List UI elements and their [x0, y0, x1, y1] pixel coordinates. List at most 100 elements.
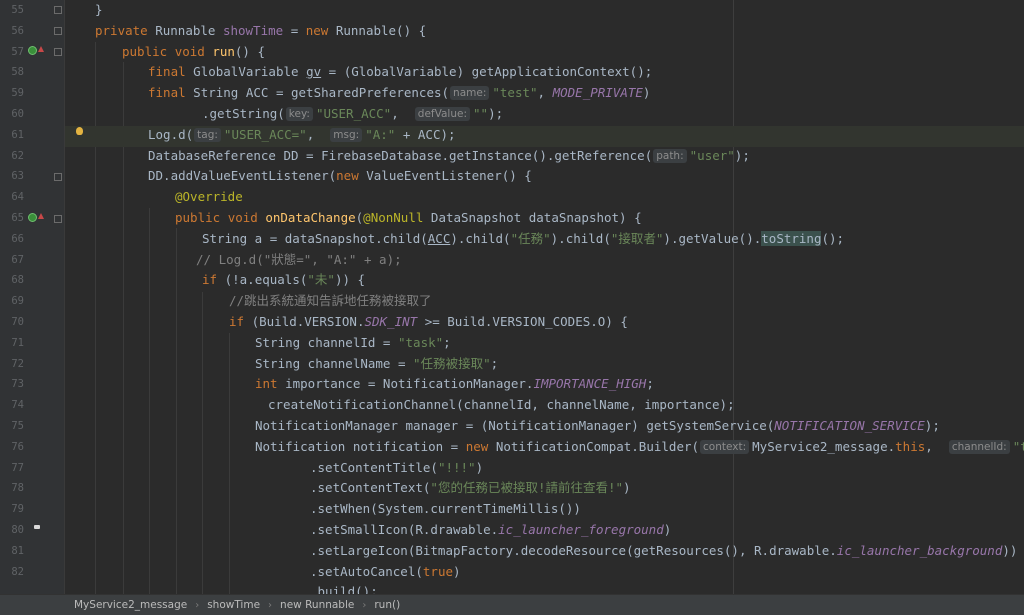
- variable-token: ACC: [427, 230, 451, 246]
- fold-marker-icon[interactable]: [54, 215, 62, 223]
- code-line[interactable]: String channelId = "task";: [255, 333, 451, 354]
- code-line[interactable]: createNotificationChannel(channelId, cha…: [268, 395, 735, 416]
- override-marker-icon[interactable]: [28, 46, 37, 55]
- string-token: "您的任務已被接取!請前往查看!": [430, 480, 624, 496]
- breadcrumb-class[interactable]: MyService2_message: [70, 599, 191, 611]
- code-token: GlobalVariable: [185, 64, 307, 80]
- code-line[interactable]: if (!a.equals("未")) {: [202, 270, 365, 291]
- indent-guide: [149, 208, 150, 594]
- code-line[interactable]: DD.addValueEventListener(new ValueEventL…: [148, 166, 532, 187]
- parameter-hint: tag:: [194, 127, 221, 142]
- annotation-token: @NonNull: [363, 210, 424, 225]
- code-token: .setAutoCancel(: [310, 563, 423, 579]
- code-token: }: [95, 2, 103, 17]
- string-token: "task": [1012, 438, 1024, 454]
- fold-marker-icon[interactable]: [54, 27, 62, 35]
- code-token: String channelName =: [255, 355, 414, 371]
- breadcrumb-anonymous-class[interactable]: new Runnable: [276, 599, 358, 611]
- code-line[interactable]: NotificationManager manager = (Notificat…: [255, 416, 940, 437]
- code-line[interactable]: int importance = NotificationManager.IMP…: [255, 374, 654, 395]
- code-token: Log.d(: [148, 126, 194, 142]
- line-number: 79: [11, 503, 24, 516]
- code-token: () {: [234, 43, 266, 59]
- code-line[interactable]: final GlobalVariable gv = (GlobalVariabl…: [148, 62, 652, 83]
- chevron-right-icon: ›: [362, 599, 367, 611]
- code-line[interactable]: .setLargeIcon(BitmapFactory.decodeResour…: [310, 541, 1017, 562]
- code-line[interactable]: String channelName = "任務被接取";: [255, 354, 498, 375]
- line-number: 77: [11, 461, 24, 474]
- fold-marker-icon[interactable]: [54, 48, 62, 56]
- line-number: 76: [11, 440, 24, 453]
- code-token: DD.addValueEventListener(: [148, 168, 337, 184]
- string-token: "A:": [365, 126, 396, 142]
- code-editor[interactable]: 55 56 57 58 59 60 61 62 63 64 65 66 67 6…: [0, 0, 1024, 594]
- line-number: 82: [11, 565, 24, 578]
- code-token: )) {: [334, 272, 366, 288]
- line-number: 56: [11, 24, 24, 37]
- line-number: 73: [11, 378, 24, 391]
- line-number: 65: [11, 212, 24, 224]
- code-line[interactable]: }: [95, 0, 103, 21]
- code-token: ): [475, 459, 484, 475]
- code-line[interactable]: .setContentText("您的任務已被接取!請前往查看!"): [310, 478, 631, 499]
- string-token: "USER_ACC=": [223, 126, 307, 142]
- image-preview-icon[interactable]: [34, 525, 40, 529]
- code-line[interactable]: public void onDataChange(@NonNull DataSn…: [175, 208, 642, 229]
- lightbulb-intention-icon[interactable]: [76, 127, 83, 135]
- code-line[interactable]: .getString(key: "USER_ACC", defValue: "");: [202, 104, 503, 125]
- constant-token: ic_launcher_foreground: [498, 522, 664, 537]
- code-token: >= Build.VERSION_CODES.O) {: [417, 314, 628, 329]
- code-line[interactable]: .setAutoCancel(true): [310, 562, 461, 583]
- code-line[interactable]: String a = dataSnapshot.child(ACC).child…: [202, 229, 844, 250]
- indent-guide: [95, 42, 96, 594]
- code-line[interactable]: .setWhen(System.currentTimeMillis()): [310, 499, 581, 520]
- code-token: ): [453, 563, 461, 579]
- breadcrumb-field[interactable]: showTime: [203, 599, 264, 611]
- code-line[interactable]: @Override: [175, 187, 243, 208]
- chevron-right-icon: ›: [195, 599, 200, 611]
- code-token: String a = dataSnapshot.child(: [202, 230, 428, 246]
- fold-marker-icon[interactable]: [54, 6, 62, 14]
- breadcrumb-method[interactable]: run(): [370, 599, 404, 611]
- code-line[interactable]: Notification notification = new Notifica…: [255, 437, 1024, 458]
- fold-marker-icon[interactable]: [54, 173, 62, 181]
- comment-token: //跳出系統通知告訴地任務被接取了: [229, 293, 432, 309]
- constant-token: MODE_PRIVATE: [552, 85, 643, 101]
- line-number: 66: [11, 232, 24, 245]
- code-line[interactable]: DatabaseReference DD = FirebaseDatabase.…: [148, 146, 750, 167]
- keyword-token: true: [422, 563, 453, 579]
- line-number: 80: [11, 524, 24, 536]
- code-token: =: [283, 22, 306, 38]
- code-line[interactable]: .build();: [310, 582, 378, 594]
- keyword-token: private: [95, 22, 148, 38]
- override-up-arrow-icon[interactable]: [38, 213, 44, 219]
- code-line[interactable]: public void run() {: [122, 42, 265, 63]
- code-line[interactable]: // Log.d("狀態=", "A:" + a);: [196, 250, 402, 271]
- constant-token: ic_launcher_background: [836, 542, 1003, 558]
- code-line[interactable]: final String ACC = getSharedPreferences(…: [148, 83, 650, 104]
- code-line[interactable]: .setContentTitle("!!!"): [310, 458, 483, 479]
- line-number: 60: [11, 108, 24, 120]
- override-marker-icon[interactable]: [28, 213, 37, 222]
- code-token: String ACC = getSharedPreferences(: [185, 85, 450, 101]
- code-token: ;: [490, 355, 499, 371]
- code-line[interactable]: //跳出系統通知告訴地任務被接取了: [229, 291, 432, 312]
- code-line[interactable]: if (Build.VERSION.SDK_INT >= Build.VERSI…: [229, 312, 628, 333]
- keyword-token: public: [122, 43, 168, 59]
- code-token: )): [1002, 542, 1018, 558]
- line-number: 55: [11, 4, 24, 16]
- code-token: .setContentText(: [310, 480, 431, 496]
- keyword-token: this: [895, 438, 926, 454]
- code-token: = (GlobalVariable) getApplicationContext…: [321, 64, 653, 80]
- line-number: 71: [11, 336, 24, 349]
- code-token: ,: [306, 126, 330, 142]
- code-token: ).child(: [450, 230, 511, 246]
- parameter-hint: defValue:: [414, 107, 470, 121]
- string-token: "USER_ACC": [315, 106, 392, 121]
- code-line[interactable]: .setSmallIcon(R.drawable.ic_launcher_for…: [310, 520, 671, 541]
- code-line[interactable]: Log.d(tag: "USER_ACC=", msg: "A:" + ACC);: [148, 125, 456, 146]
- override-up-arrow-icon[interactable]: [38, 46, 44, 52]
- code-line[interactable]: private Runnable showTime = new Runnable…: [95, 21, 426, 42]
- line-number: 74: [11, 399, 24, 412]
- parameter-hint: channelId:: [948, 439, 1010, 454]
